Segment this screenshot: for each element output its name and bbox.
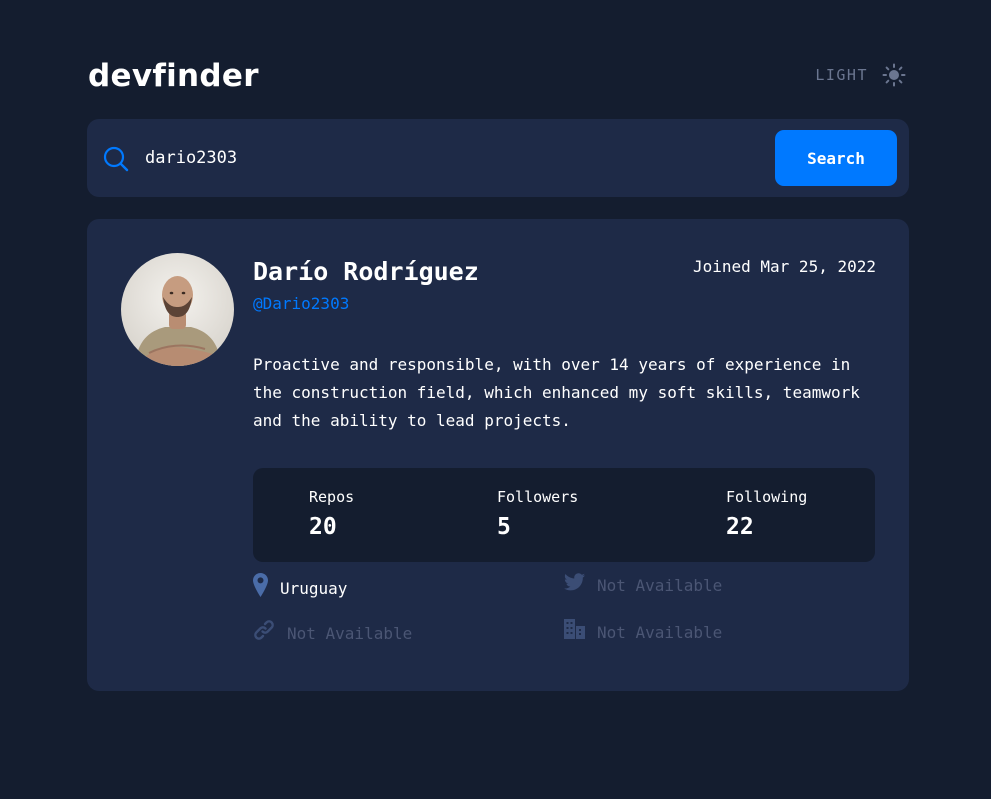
company-info: Not Available [564, 619, 722, 646]
website-info: Not Available [253, 619, 412, 648]
twitter-text: Not Available [597, 575, 723, 595]
stat-followers: Followers 5 [497, 486, 578, 544]
search-icon [103, 146, 129, 176]
search-input[interactable] [145, 141, 745, 175]
app-header: devfinder LIGHT [88, 54, 908, 98]
stat-repos-label: Repos [309, 488, 355, 506]
link-icon [253, 619, 275, 648]
website-text: Not Available [287, 623, 413, 643]
app-logo: devfinder [88, 58, 259, 94]
search-button[interactable]: Search [775, 130, 897, 186]
stats-panel: Repos 20 Followers 5 Following 22 [253, 468, 875, 562]
twitter-info: Not Available [564, 573, 722, 598]
stat-followers-label: Followers [497, 488, 579, 506]
avatar [121, 253, 234, 366]
user-bio: Proactive and responsible, with over 14 … [253, 355, 860, 430]
sun-icon [882, 63, 906, 87]
stat-following: Following 22 [726, 486, 807, 544]
profile-card: Darío Rodríguez @Dario2303 Joined Mar 25… [87, 219, 909, 691]
stat-repos: Repos 20 [309, 486, 354, 544]
stat-following-label: Following [726, 488, 808, 506]
stat-following-value: 22 [726, 514, 754, 540]
stat-repos-value: 20 [309, 514, 337, 540]
join-date: Joined Mar 25, 2022 [692, 257, 876, 276]
theme-toggle[interactable]: LIGHT [815, 62, 906, 88]
theme-label: LIGHT [815, 66, 868, 84]
twitter-icon [564, 573, 585, 598]
location-text: Uruguay [280, 578, 348, 598]
location-pin-icon [253, 573, 268, 604]
user-name: Darío Rodríguez [253, 257, 479, 286]
user-handle[interactable]: @Dario2303 [253, 292, 349, 316]
company-text: Not Available [597, 622, 723, 642]
stat-followers-value: 5 [497, 514, 511, 540]
building-icon [564, 619, 585, 646]
search-bar: Search [87, 119, 909, 197]
location-info: Uruguay [253, 573, 347, 604]
